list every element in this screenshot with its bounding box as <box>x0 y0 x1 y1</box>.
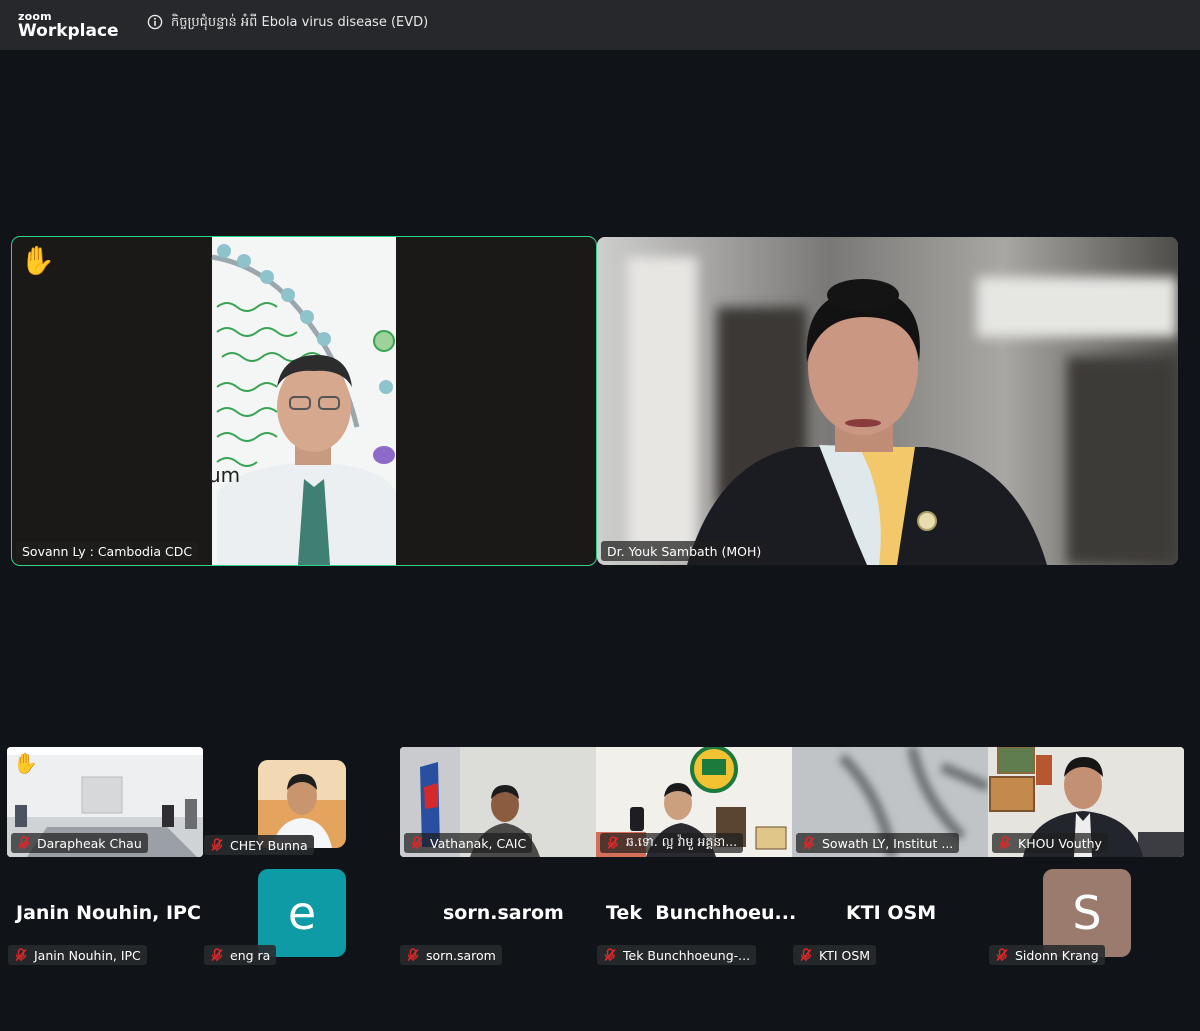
participant-name: Vathanak, CAIC <box>430 835 527 851</box>
zoom-logo: zoom Workplace <box>18 11 119 40</box>
mic-muted-icon <box>14 948 28 962</box>
participant-name-tag: CHEY Bunna <box>204 835 314 855</box>
mic-muted-icon <box>210 948 224 962</box>
mic-muted-icon <box>995 948 1009 962</box>
participant-name-tag: Sidonn Krang <box>989 945 1105 965</box>
info-icon[interactable] <box>147 14 163 30</box>
participant-name-tag: KTI OSM <box>793 945 877 965</box>
title-bar: zoom Workplace កិច្ចប្រជុំបន្ទាន់ អំពី E… <box>0 0 1200 50</box>
audio-tile-janin-nouhin[interactable]: Janin Nouhin, IPC <box>16 902 201 924</box>
participant-name-tag: Janin Nouhin, IPC <box>8 945 147 965</box>
avatar-eng-ra[interactable]: e <box>258 869 346 957</box>
participant-name-tag: KHOU Vouthy <box>992 833 1108 853</box>
mic-muted-icon <box>603 948 617 962</box>
participant-name-tag: Vathanak, CAIC <box>404 833 533 853</box>
participant-name: KHOU Vouthy <box>1018 835 1102 851</box>
mic-muted-icon <box>406 948 420 962</box>
mic-muted-icon <box>410 836 424 850</box>
video-tile-khmer-name[interactable]: ឆ.ទោ. ល្អ វ៉ាមួ អគ្គនា... <box>596 747 792 857</box>
participant-name: Tek Bunchhoeung-... <box>623 947 751 963</box>
raised-hand-icon: ✋ <box>20 244 55 277</box>
participant-name-tag: ឆ.ទោ. ល្អ វ៉ាមួ អគ្គនា... <box>600 833 744 853</box>
audio-tile-tek-bunchhoeung[interactable]: Tek Bunchhoeu... <box>606 902 796 924</box>
slide-text: um <box>208 463 241 487</box>
participant-name: Janin Nouhin, IPC <box>34 947 141 963</box>
audio-tile-kti-osm[interactable]: KTI OSM <box>846 902 936 924</box>
audio-tile-sorn-sarom[interactable]: sorn.sarom <box>443 902 564 924</box>
participant-name: Sovann Ly : Cambodia CDC <box>22 543 193 559</box>
mic-muted-icon <box>210 838 224 852</box>
video-feed <box>12 237 596 565</box>
participant-name-tag: Tek Bunchhoeung-... <box>597 945 757 965</box>
mic-muted-icon <box>606 836 620 850</box>
participant-name-tag: eng ra <box>204 945 277 965</box>
video-tile-khou-vouthy[interactable]: KHOU Vouthy <box>988 747 1184 857</box>
video-tile-youk-sambath[interactable]: Dr. Youk Sambath (MOH) <box>597 237 1178 565</box>
participant-name-tag: sorn.sarom <box>400 945 502 965</box>
logo-workplace-text: Workplace <box>18 21 119 41</box>
raised-hand-icon: ✋ <box>13 751 38 775</box>
participant-name-tag: Sovann Ly : Cambodia CDC <box>16 541 199 561</box>
participant-name: CHEY Bunna <box>230 837 308 853</box>
meeting-title: កិច្ចប្រជុំបន្ទាន់ អំពី Ebola virus dise… <box>171 15 429 30</box>
participant-name-tag: Sowath LY, Institut ... <box>796 833 960 853</box>
participant-name: ឆ.ទោ. ល្អ វ៉ាមួ អគ្គនា... <box>626 833 738 849</box>
mic-muted-icon <box>802 836 816 850</box>
video-tile-darapheak-chau[interactable]: ✋ Darapheak Chau <box>7 747 203 857</box>
video-feed <box>597 237 1178 565</box>
mic-muted-icon <box>998 836 1012 850</box>
participant-name: Sowath LY, Institut ... <box>822 835 954 851</box>
participant-name: Darapheak Chau <box>37 835 142 851</box>
participant-name: eng ra <box>230 947 271 963</box>
mic-muted-icon <box>17 836 31 850</box>
video-tile-vathanak-caic[interactable]: Vathanak, CAIC <box>400 747 596 857</box>
video-tile-sowath-ly[interactable]: Sowath LY, Institut ... <box>792 747 988 857</box>
video-tile-sovann-ly[interactable]: ✋ um Sovann Ly : Cambodia CDC <box>11 236 597 566</box>
participant-name-tag: Darapheak Chau <box>11 833 148 853</box>
participant-name-tag: Dr. Youk Sambath (MOH) <box>601 541 768 561</box>
participant-name: Sidonn Krang <box>1015 947 1099 963</box>
mic-muted-icon <box>799 948 813 962</box>
participant-name: KTI OSM <box>819 947 871 963</box>
participant-name: Dr. Youk Sambath (MOH) <box>607 543 762 559</box>
participant-name: sorn.sarom <box>426 947 496 963</box>
avatar-sidonn-krang[interactable]: S <box>1043 869 1131 957</box>
